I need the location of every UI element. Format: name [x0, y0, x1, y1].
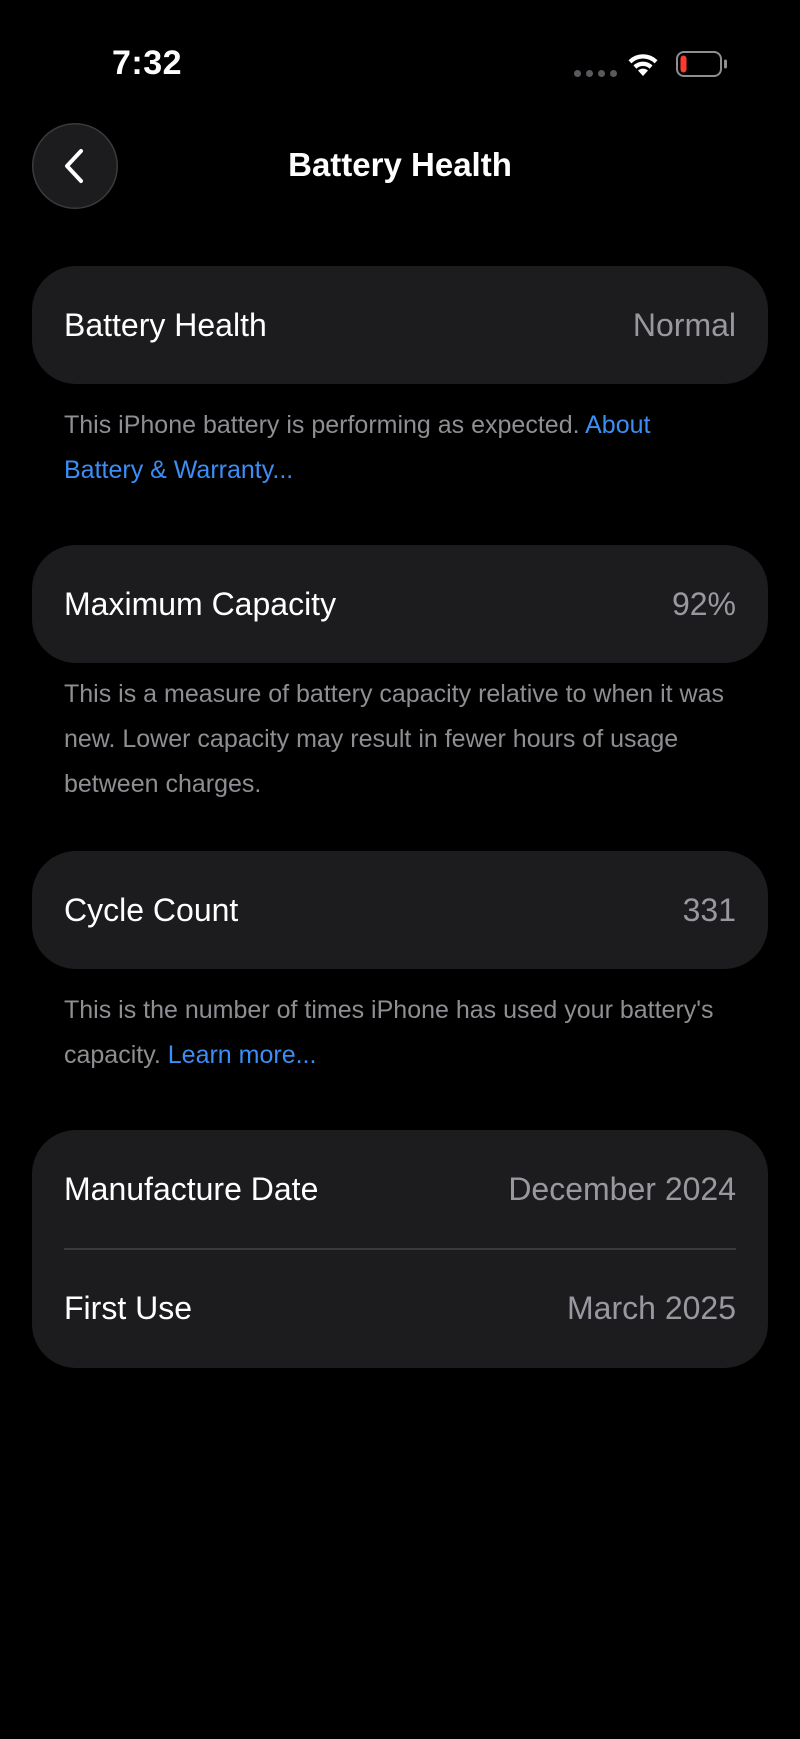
first-use-value: March 2025 [567, 1290, 736, 1326]
manufacture-date-row: Manufacture Date December 2024 [32, 1130, 768, 1248]
battery-health-description: This iPhone battery is performing as exp… [64, 411, 580, 439]
maximum-capacity-description: This is a measure of battery capacity re… [64, 680, 725, 798]
wifi-icon [628, 54, 658, 76]
page-title: Battery Health [288, 146, 512, 183]
cycle-count-value: 331 [682, 891, 736, 928]
first-use-label: First Use [64, 1290, 192, 1326]
manufacture-date-value: December 2024 [508, 1170, 736, 1207]
battery-health-label: Battery Health [64, 306, 267, 343]
first-use-row: First Use March 2025 [32, 1250, 768, 1368]
maximum-capacity-row: Maximum Capacity 92% [32, 545, 768, 663]
maximum-capacity-value: 92% [671, 585, 736, 622]
maximum-capacity-label: Maximum Capacity [64, 585, 337, 622]
battery-health-value: Normal [632, 306, 736, 343]
status-bar: 7:32 [0, 0, 800, 120]
cycle-count-footnote: This is the number of times iPhone has u… [64, 988, 736, 1078]
maximum-capacity-card: Maximum Capacity 92% [32, 545, 768, 663]
battery-health-footnote: This iPhone battery is performing as exp… [64, 403, 736, 493]
cycle-count-card: Cycle Count 331 [32, 851, 768, 969]
cycle-count-row: Cycle Count 331 [32, 851, 768, 969]
manufacture-date-label: Manufacture Date [64, 1170, 319, 1207]
battery-dates-card: Manufacture Date December 2024 First Use… [32, 1130, 768, 1368]
battery-health-row: Battery Health Normal [32, 266, 768, 384]
battery-health-card: Battery Health Normal [32, 266, 768, 384]
battery-low-icon [676, 51, 727, 77]
maximum-capacity-footnote: This is a measure of battery capacity re… [64, 672, 736, 807]
cycle-count-label: Cycle Count [64, 891, 239, 928]
signal-dots-icon [574, 70, 617, 77]
cycle-count-description: This is the number of times iPhone has u… [64, 996, 714, 1069]
status-time: 7:32 [112, 44, 183, 82]
learn-more-link[interactable]: Learn more... [168, 1041, 317, 1069]
